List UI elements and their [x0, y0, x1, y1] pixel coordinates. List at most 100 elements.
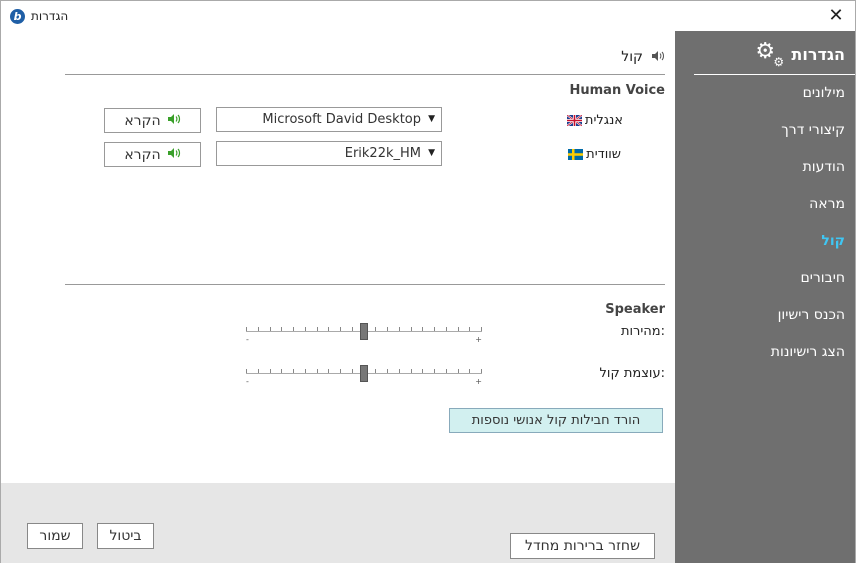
app-logo-icon: b	[10, 9, 25, 24]
read-aloud-button-swedish[interactable]: הקרא	[104, 142, 201, 167]
slider-tick	[340, 327, 341, 331]
slider-tick	[434, 327, 435, 331]
slider-tick	[246, 369, 247, 373]
slider-tick	[293, 327, 294, 331]
slider-tick	[387, 327, 388, 331]
voice-select-english[interactable]: Microsoft David Desktop ▼	[216, 107, 442, 132]
slider-min-label: -	[246, 377, 249, 386]
section-divider	[65, 284, 665, 285]
slider-tick	[352, 327, 353, 331]
footer-bar: שחזר ברירות מחדל ביטול שמור	[1, 483, 675, 563]
slider-tick	[305, 327, 306, 331]
sidebar-divider	[694, 74, 855, 75]
slider-tick	[469, 327, 470, 331]
slider-tick	[270, 369, 271, 373]
slider-tick	[352, 369, 353, 373]
sidebar-item-dictionaries[interactable]: מילונים	[771, 83, 845, 120]
sidebar: ⚙ ⚙ הגדרות מילונים קיצורי דרך הודעות מראה…	[675, 31, 855, 563]
slider-tick	[258, 327, 259, 331]
slider-tick	[446, 327, 447, 331]
voice-select-value: Microsoft David Desktop	[262, 112, 421, 127]
slider-max-label: +	[475, 377, 482, 386]
sidebar-item-enter-license[interactable]: הכנס רישיון	[771, 305, 845, 342]
sidebar-title: הגדרות	[791, 44, 845, 64]
sweden-flag-icon	[568, 149, 584, 160]
slider-min-label: -	[246, 335, 249, 344]
speaker-icon	[651, 50, 665, 65]
speed-slider[interactable]: - +	[246, 323, 482, 344]
section-title: קול	[621, 49, 643, 65]
volume-icon	[167, 113, 181, 128]
slider-tick	[293, 369, 294, 373]
read-aloud-button-english[interactable]: הקרא	[104, 108, 201, 133]
sidebar-item-notifications[interactable]: הודעות	[771, 157, 845, 194]
slider-tick	[481, 369, 482, 373]
dropdown-arrow-icon: ▼	[428, 114, 435, 124]
slider-tick	[434, 369, 435, 373]
slider-tick	[270, 327, 271, 331]
voice-select-value: Erik22k_HM	[344, 146, 421, 161]
slider-tick	[411, 369, 412, 373]
slider-tick	[458, 369, 459, 373]
uk-flag-icon	[566, 114, 583, 127]
window-title: הגדרות	[31, 9, 69, 23]
speed-label: מהירות:	[620, 324, 665, 339]
slider-tick	[446, 369, 447, 373]
slider-tick	[481, 327, 482, 331]
slider-tick	[317, 369, 318, 373]
slider-tick	[399, 327, 400, 331]
volume-label: עוצמת קול:	[599, 366, 665, 381]
sidebar-header: ⚙ ⚙ הגדרות	[755, 39, 845, 70]
read-aloud-label: הקרא	[124, 146, 161, 163]
language-name: אנגלית	[584, 113, 623, 128]
slider-tick	[422, 369, 423, 373]
volume-slider[interactable]: - +	[246, 365, 482, 386]
download-voices-button[interactable]: הורד חבילות קול אנושי נוספות	[449, 408, 663, 433]
close-icon[interactable]: ✕	[825, 5, 847, 27]
slider-tick	[375, 327, 376, 331]
voice-settings-panel: קול Human Voice אנגלית Microsoft David D…	[1, 31, 675, 483]
slider-tick	[375, 369, 376, 373]
slider-thumb[interactable]	[360, 323, 368, 340]
voice-select-swedish[interactable]: Erik22k_HM ▼	[216, 141, 442, 166]
slider-tick	[258, 369, 259, 373]
slider-tick	[305, 369, 306, 373]
slider-tick	[458, 327, 459, 331]
slider-tick	[328, 327, 329, 331]
save-button[interactable]: שמור	[27, 523, 83, 549]
language-name: שוודית	[586, 147, 621, 162]
slider-tick	[246, 327, 247, 331]
human-voice-heading: Human Voice	[569, 83, 666, 98]
sidebar-item-connections[interactable]: חיבורים	[771, 268, 845, 305]
settings-window: b הגדרות ✕ קול Human Voice אנגלית Micros…	[0, 0, 856, 563]
volume-icon	[167, 147, 181, 162]
slider-tick	[422, 327, 423, 331]
slider-tick	[328, 369, 329, 373]
slider-tick	[411, 327, 412, 331]
slider-tick	[340, 369, 341, 373]
slider-tick	[387, 369, 388, 373]
cancel-button[interactable]: ביטול	[97, 523, 154, 549]
sidebar-item-voice[interactable]: קול	[771, 231, 845, 268]
speaker-heading: Speaker	[605, 302, 665, 317]
sidebar-nav: מילונים קיצורי דרך הודעות מראה קול חיבור…	[771, 83, 845, 379]
slider-tick	[399, 369, 400, 373]
read-aloud-label: הקרא	[124, 112, 161, 129]
slider-max-label: +	[475, 335, 482, 344]
sidebar-item-show-licenses[interactable]: הצג רישיונות	[771, 342, 845, 379]
slider-thumb[interactable]	[360, 365, 368, 382]
section-header: קול	[621, 49, 665, 65]
sidebar-item-shortcuts[interactable]: קיצורי דרך	[771, 120, 845, 157]
language-label-swedish: שוודית	[531, 147, 621, 162]
title-bar: b הגדרות ✕	[1, 1, 855, 31]
language-label-english: אנגלית	[533, 113, 623, 128]
slider-tick	[469, 369, 470, 373]
sidebar-item-appearance[interactable]: מראה	[771, 194, 845, 231]
gears-icon: ⚙ ⚙	[755, 39, 785, 70]
restore-defaults-button[interactable]: שחזר ברירות מחדל	[510, 533, 655, 559]
slider-tick	[281, 327, 282, 331]
dropdown-arrow-icon: ▼	[428, 148, 435, 158]
slider-tick	[281, 369, 282, 373]
slider-tick	[317, 327, 318, 331]
section-divider	[65, 74, 665, 75]
